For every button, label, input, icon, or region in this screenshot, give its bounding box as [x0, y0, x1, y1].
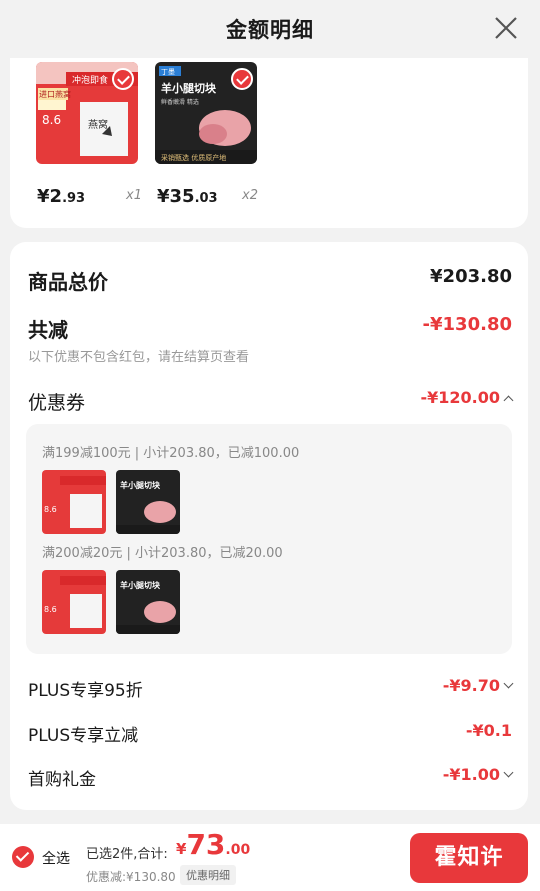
- svg-text:8.6: 8.6: [42, 113, 61, 127]
- product-qty: x1: [126, 188, 142, 203]
- plus95-value[interactable]: -¥9.70: [443, 676, 514, 695]
- coupon-thumb-bird-nest: 8.6: [42, 470, 106, 534]
- checkout-bar: 全选 已选2件,合计: ¥73.00 优惠减:¥130.80 优惠明细 霍知许: [0, 824, 540, 891]
- plus95-label: PLUS专享95折: [28, 681, 143, 701]
- close-icon[interactable]: [492, 14, 520, 42]
- amount-detail-card: 商品总价 ¥203.80 共减 -¥130.80 以下优惠不包含红包，请在结算页…: [10, 242, 528, 810]
- product-price: ¥2.93: [37, 186, 86, 207]
- plusoff-label: PLUS专享立减: [28, 726, 139, 746]
- plusoff-row: PLUS专享立减 -¥0.1: [28, 721, 512, 746]
- subtotal-value: ¥203.80: [430, 266, 512, 287]
- svg-text:鲜香嫩滑 精选: 鲜香嫩滑 精选: [161, 98, 199, 106]
- chevron-down-icon: [503, 767, 514, 778]
- product-price: ¥35.03: [157, 186, 218, 207]
- coupon-thumb-lamb: 羊小腿切块: [116, 570, 180, 634]
- svg-text:羊小腿切块: 羊小腿切块: [161, 81, 217, 95]
- select-all-label[interactable]: 全选: [42, 848, 70, 868]
- saved-amount: 优惠减:¥130.80: [86, 870, 176, 884]
- selected-count: 已选2件,合计:: [86, 847, 168, 862]
- svg-text:8.6: 8.6: [44, 505, 57, 514]
- svg-text:冲泡即食: 冲泡即食: [72, 74, 108, 86]
- coupon-line: 满200减20元 | 小计203.80，已减20.00: [42, 546, 283, 561]
- coupon-thumb-lamb: 羊小腿切块: [116, 470, 180, 534]
- discount-label: 共减: [28, 318, 68, 342]
- discount-value: -¥130.80: [422, 314, 512, 335]
- plusoff-value: -¥0.1: [465, 721, 512, 740]
- check-icon[interactable]: [231, 68, 253, 90]
- svg-text:羊小腿切块: 羊小腿切块: [120, 580, 161, 590]
- product-card: 冲泡即食 进口燕窝 8.6 燕窝 丁墨 羊小腿切块 鲜香嫩滑 精选 采销甄选 优…: [10, 58, 528, 228]
- discount-row: 共减 -¥130.80: [28, 314, 512, 343]
- subtotal-row: 商品总价 ¥203.80: [28, 266, 512, 295]
- pay-button[interactable]: 霍知许: [410, 833, 528, 883]
- select-all-check-icon[interactable]: [12, 846, 34, 868]
- plus95-row[interactable]: PLUS专享95折 -¥9.70: [28, 676, 514, 701]
- product-image-lamb[interactable]: 丁墨 羊小腿切块 鲜香嫩滑 精选 采销甄选 优质原产地: [155, 62, 257, 164]
- coupon-line: 满199减100元 | 小计203.80，已减100.00: [42, 446, 300, 461]
- svg-text:丁墨: 丁墨: [161, 68, 175, 76]
- product-image-bird-nest[interactable]: 冲泡即食 进口燕窝 8.6 燕窝: [36, 62, 138, 164]
- discount-note: 以下优惠不包含红包，请在结算页查看: [28, 350, 250, 365]
- check-icon[interactable]: [112, 68, 134, 90]
- firstgift-row[interactable]: 首购礼金 -¥1.00: [28, 765, 514, 790]
- subtotal-label: 商品总价: [28, 270, 108, 294]
- svg-text:进口燕窝: 进口燕窝: [39, 89, 71, 99]
- firstgift-label: 首购礼金: [28, 770, 96, 790]
- coupon-detail-box: 满199减100元 | 小计203.80，已减100.00 8.6 羊小腿切块 …: [26, 424, 512, 654]
- chevron-up-icon: [503, 395, 514, 406]
- coupon-value[interactable]: -¥120.00: [420, 388, 514, 407]
- total-price: ¥73.00: [176, 828, 251, 861]
- coupon-row[interactable]: 优惠券 -¥120.00: [28, 388, 514, 415]
- page-title: 金额明细: [226, 18, 314, 42]
- coupon-label: 优惠券: [28, 392, 86, 414]
- svg-text:采销甄选 优质原产地: 采销甄选 优质原产地: [161, 153, 226, 162]
- header: 金额明细: [0, 0, 540, 58]
- firstgift-value[interactable]: -¥1.00: [443, 765, 514, 784]
- chevron-down-icon: [503, 678, 514, 689]
- coupon-thumb-bird-nest: 8.6: [42, 570, 106, 634]
- svg-text:8.6: 8.6: [44, 605, 57, 614]
- product-qty: x2: [242, 188, 258, 203]
- svg-text:燕窝: 燕窝: [88, 118, 108, 131]
- discount-detail-button[interactable]: 优惠明细: [180, 865, 236, 885]
- svg-text:羊小腿切块: 羊小腿切块: [120, 480, 161, 490]
